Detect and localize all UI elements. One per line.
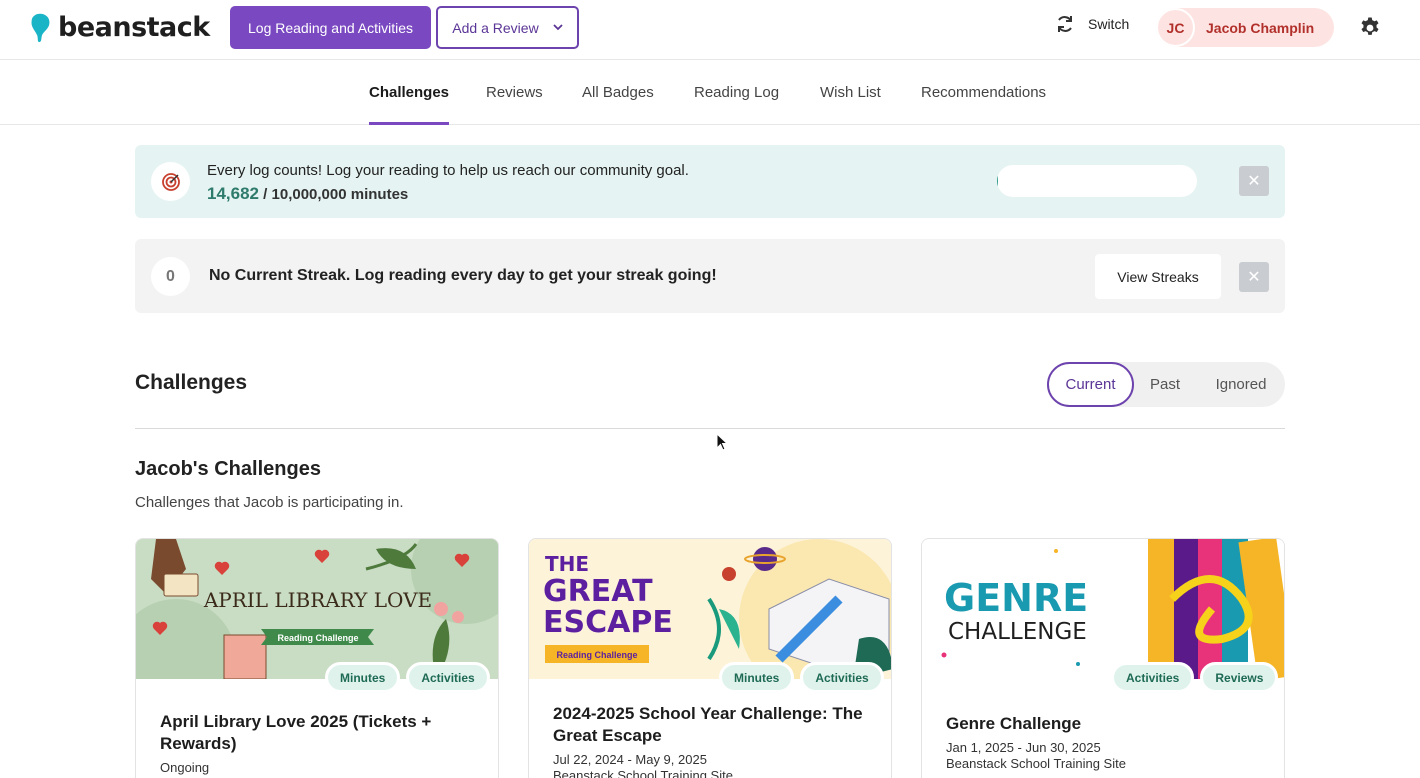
challenge-banner-image: GENRE CHALLENGE [922, 539, 1284, 679]
tab-all-badges[interactable]: All Badges [582, 60, 654, 125]
card-date: Ongoing [160, 760, 210, 775]
challenge-filter: Current Past Ignored [1047, 362, 1285, 407]
close-icon: ✕ [1247, 269, 1261, 286]
section-divider [135, 428, 1285, 429]
filter-current[interactable]: Current [1047, 362, 1134, 407]
challenge-banner-image: Reading Challenge APRIL LIBRARY LOVE [136, 539, 498, 679]
card-site: Beanstack School Training Site [553, 768, 733, 778]
streak-count: 0 [151, 257, 190, 296]
banner-title-line-2: CHALLENGE [948, 619, 1087, 645]
my-challenges-description: Challenges that Jacob is participating i… [135, 494, 404, 511]
tag-activities: Activities [800, 662, 884, 693]
switch-user-button[interactable]: Switch [1055, 14, 1129, 34]
challenges-title: Challenges [135, 371, 248, 394]
card-tags: Minutes Activities [325, 662, 490, 693]
chevron-down-icon [553, 24, 563, 31]
goal-total: / 10,000,000 minutes [263, 186, 409, 203]
challenge-card-april-library-love[interactable]: Reading Challenge APRIL LIBRARY LOVE Min… [135, 538, 499, 778]
main-nav: Challenges Reviews All Badges Reading Lo… [0, 59, 1420, 125]
top-header: beanstack Log Reading and Activities Add… [0, 0, 1420, 56]
goal-message: Every log counts! Log your reading to he… [207, 162, 689, 179]
tag-minutes: Minutes [325, 662, 401, 693]
card-tags: Minutes Activities [719, 662, 884, 693]
logo-text: beanstack [58, 12, 210, 43]
switch-label: Switch [1088, 16, 1130, 32]
my-challenges-title: Jacob's Challenges [135, 458, 321, 480]
tab-recommendations[interactable]: Recommendations [921, 60, 1046, 125]
close-streak-button[interactable]: ✕ [1239, 262, 1269, 292]
challenge-banner-image: THE GREAT ESCAPE Reading Challenge [529, 539, 891, 679]
card-title[interactable]: April Library Love 2025 (Tickets + Rewar… [160, 711, 480, 755]
banner-ribbon-text: Reading Challenge [277, 633, 358, 643]
tag-reviews: Reviews [1200, 662, 1279, 693]
tab-reviews[interactable]: Reviews [486, 60, 543, 125]
goal-current: 14,682 [207, 184, 259, 203]
goal-progress-bar [997, 165, 1197, 197]
streak-banner: 0 No Current Streak. Log reading every d… [135, 239, 1285, 313]
tab-wish-list[interactable]: Wish List [820, 60, 881, 125]
challenge-card-genre[interactable]: GENRE CHALLENGE Activities Reviews Genre… [921, 538, 1285, 778]
user-menu[interactable]: JC Jacob Champlin [1156, 8, 1334, 47]
card-title[interactable]: Genre Challenge [946, 713, 1266, 735]
tag-minutes: Minutes [719, 662, 795, 693]
gear-icon[interactable] [1358, 16, 1382, 40]
target-icon [151, 162, 190, 201]
tab-reading-log[interactable]: Reading Log [694, 60, 779, 125]
card-site: Beanstack School Training Site [946, 756, 1126, 771]
streak-message: No Current Streak. Log reading every day… [209, 267, 717, 284]
card-date: Jan 1, 2025 - Jun 30, 2025 [946, 740, 1101, 755]
banner-title-line-1: GENRE [944, 576, 1088, 620]
mouse-cursor-icon [716, 433, 728, 451]
user-name: Jacob Champlin [1206, 19, 1315, 36]
banner-title-line-2: GREAT [543, 574, 653, 609]
goal-count: 14,682 / 10,000,000 minutes [207, 184, 408, 204]
banner-title-line-1: THE [545, 552, 589, 576]
filter-ignored[interactable]: Ignored [1203, 362, 1279, 407]
bean-logo-icon [31, 13, 50, 42]
close-icon: ✕ [1247, 173, 1261, 190]
card-title[interactable]: 2024-2025 School Year Challenge: The Gre… [553, 703, 873, 747]
close-goal-button[interactable]: ✕ [1239, 166, 1269, 196]
card-date: Jul 22, 2024 - May 9, 2025 [553, 752, 707, 767]
card-tags: Activities Reviews [1111, 662, 1279, 693]
beanstack-logo[interactable]: beanstack [30, 12, 210, 43]
avatar: JC [1156, 8, 1195, 47]
banner-ribbon-text: Reading Challenge [556, 650, 637, 660]
tag-activities: Activities [406, 662, 490, 693]
tag-activities: Activities [1111, 662, 1195, 693]
add-review-label: Add a Review [452, 19, 539, 36]
view-streaks-button[interactable]: View Streaks [1095, 254, 1221, 299]
banner-title-line-3: ESCAPE [543, 605, 673, 640]
filter-past[interactable]: Past [1137, 362, 1193, 407]
add-review-button[interactable]: Add a Review [436, 6, 579, 49]
community-goal-banner: Every log counts! Log your reading to he… [135, 145, 1285, 218]
banner-title-text: APRIL LIBRARY LOVE [203, 588, 432, 612]
refresh-icon [1058, 16, 1072, 32]
challenge-card-great-escape[interactable]: THE GREAT ESCAPE Reading Challenge Minut… [528, 538, 892, 778]
log-reading-button[interactable]: Log Reading and Activities [230, 6, 431, 49]
tab-challenges[interactable]: Challenges [369, 60, 450, 125]
